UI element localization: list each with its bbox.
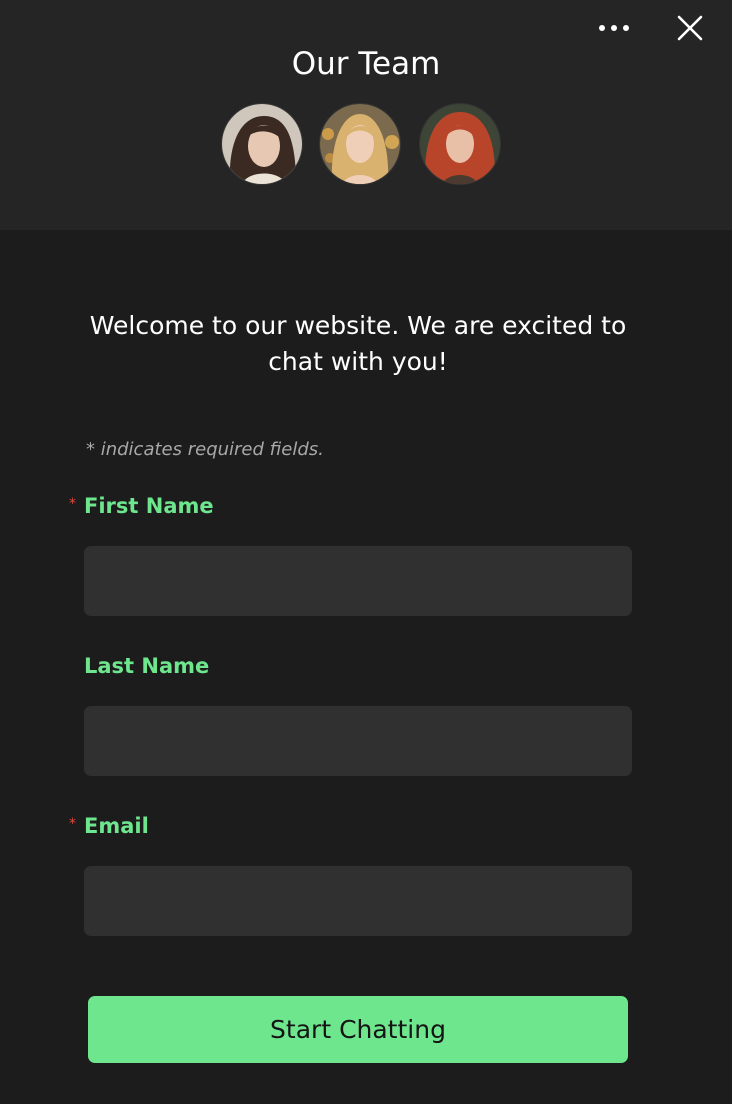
avatar xyxy=(320,104,400,184)
email-label: Email xyxy=(84,814,149,838)
first-name-label: First Name xyxy=(84,494,214,518)
avatar xyxy=(222,104,302,184)
more-horizontal-icon-dot xyxy=(623,25,629,31)
header-title: Our Team xyxy=(291,46,441,82)
welcome-message: Welcome to our website. We are excited t… xyxy=(89,311,627,376)
last-name-input[interactable] xyxy=(84,706,632,776)
required-marker: * xyxy=(69,816,76,832)
required-marker: * xyxy=(69,496,76,512)
chat-prechat-widget: Our Team Welcome to our website. We are … xyxy=(0,0,732,1104)
close-button[interactable] xyxy=(672,8,708,48)
more-options-button[interactable] xyxy=(592,12,636,44)
widget-header: Our Team xyxy=(0,0,732,230)
start-chatting-button[interactable]: Start Chatting xyxy=(88,996,628,1063)
avatar xyxy=(420,104,500,184)
team-avatars xyxy=(0,104,732,184)
close-icon xyxy=(677,15,703,41)
last-name-label: Last Name xyxy=(84,654,210,678)
first-name-input[interactable] xyxy=(84,546,632,616)
required-fields-note: * indicates required fields. xyxy=(86,439,324,460)
more-horizontal-icon-dot xyxy=(611,25,617,31)
more-horizontal-icon xyxy=(599,25,605,31)
email-input[interactable] xyxy=(84,866,632,936)
